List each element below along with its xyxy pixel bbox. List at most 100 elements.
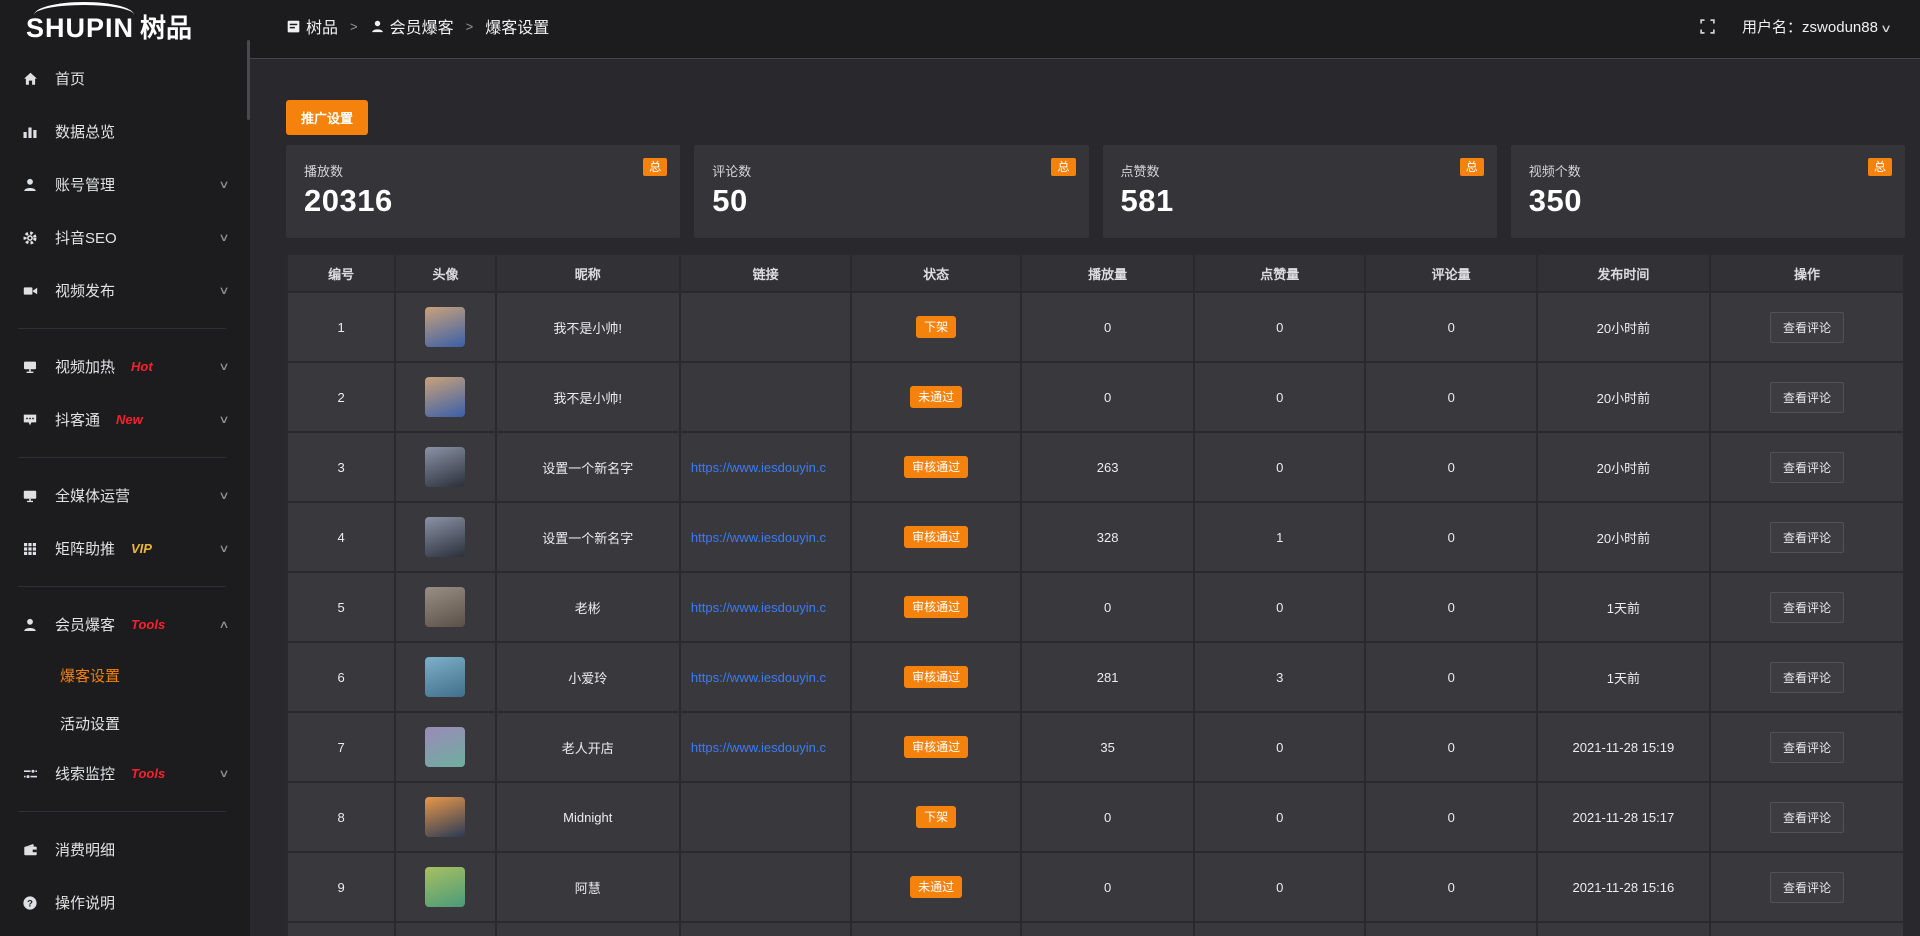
chevron-down-icon: ∨ [218,767,229,780]
main-content: 推广设置 播放数20316总评论数50总点赞数581总视频个数350总 编号头像… [250,0,1920,936]
sidebar-item-tag: Tools [131,617,165,632]
cell-likes: 0 [1194,782,1365,852]
avatar [425,377,465,417]
sidebar-item-matrix-boost[interactable]: 矩阵助推VIP∨ [0,522,250,575]
cell-plays: 0 [1021,362,1194,432]
sidebar-item-video-heating[interactable]: 视频加热Hot∨ [0,340,250,393]
cell-comments: 0 [1365,642,1536,712]
chat-icon [22,412,40,428]
avatar [425,307,465,347]
grid-icon [22,541,40,557]
user-icon [22,617,40,633]
cell-comments: 0 [1365,292,1536,362]
avatar [425,867,465,907]
breadcrumb-label: 树品 [306,14,338,38]
sidebar-item-label: 操作说明 [55,892,115,913]
cell-status: 审核通过 [851,712,1021,782]
cell-action: 查看评论 [1710,362,1904,432]
video-link[interactable]: https://www.iesdouyin.c [687,740,844,755]
breadcrumb-label: 会员爆客 [390,14,454,38]
status-badge: 未通过 [910,876,962,898]
username-menu[interactable]: 用户名：zswodun88∨ [1742,16,1890,37]
breadcrumb-item[interactable]: 爆客设置 [485,14,549,38]
cell-publish-time: 2021-11-28 15:17 [1537,782,1710,852]
stat-card: 评论数50总 [694,145,1088,238]
sidebar-item-account-management[interactable]: 账号管理∨ [0,158,250,211]
column-header: 链接 [680,254,851,292]
logo-text-cn: 树品 [140,13,192,43]
cell-publish-time: 20小时前 [1537,292,1710,362]
cell-id [287,922,395,936]
chevron-down-icon: ∨ [218,360,229,373]
stats-row: 播放数20316总评论数50总点赞数581总视频个数350总 [286,145,1905,238]
cell-likes: 0 [1194,362,1365,432]
cell-avatar [395,502,495,572]
cell-likes: 0 [1194,712,1365,782]
cell-link: https://www.iesdouyin.c [680,502,851,572]
cell-plays: 328 [1021,502,1194,572]
stat-value: 20316 [304,183,662,219]
sidebar-subitem-baoke-settings[interactable]: 爆客设置 [0,651,250,699]
view-comments-button[interactable]: 查看评论 [1770,522,1844,553]
sidebar-item-home[interactable]: 首页 [0,52,250,105]
monitor-icon [22,488,40,504]
chevron-down-icon: ∨ [218,542,229,555]
sidebar-item-operation-guide[interactable]: ?操作说明 [0,876,250,929]
view-comments-button[interactable]: 查看评论 [1770,592,1844,623]
view-comments-button[interactable]: 查看评论 [1770,382,1844,413]
table-row: 9阿慧未通过0002021-11-28 15:16查看评论 [287,852,1904,922]
video-link[interactable]: https://www.iesdouyin.c [687,600,844,615]
column-header: 状态 [851,254,1021,292]
cell-status: 审核通过 [851,502,1021,572]
home-icon [22,71,40,87]
sidebar-item-omni-media-operation[interactable]: 全媒体运营∨ [0,469,250,522]
view-comments-button[interactable]: 查看评论 [1770,312,1844,343]
sidebar-item-label: 首页 [55,68,85,89]
promo-settings-button[interactable]: 推广设置 [286,100,368,135]
cell-nickname: 设置一个新名字 [496,432,680,502]
status-badge: 审核通过 [904,596,968,618]
sidebar-item-video-publish[interactable]: 视频发布∨ [0,264,250,317]
table-row: 2我不是小帅!未通过00020小时前查看评论 [287,362,1904,432]
bar-chart-icon [22,124,40,140]
view-comments-button[interactable]: 查看评论 [1770,452,1844,483]
sidebar-subitem-activity-settings[interactable]: 活动设置 [0,699,250,747]
videos-table: 编号头像昵称链接状态播放量点赞量评论量发布时间操作 1我不是小帅!下架00020… [286,253,1905,936]
cell-link [680,292,851,362]
video-link[interactable]: https://www.iesdouyin.c [687,530,844,545]
breadcrumb-item[interactable]: 会员爆客 [370,14,454,38]
breadcrumb-label: 爆客设置 [485,14,549,38]
cell-avatar [395,572,495,642]
fullscreen-icon[interactable] [1699,18,1716,35]
cell-id: 1 [287,292,395,362]
cell-status [851,922,1021,936]
sidebar: SHUPIN树品 首页数据总览账号管理∨抖音SEO∨视频发布∨视频加热Hot∨抖… [0,0,250,936]
status-badge: 审核通过 [904,526,968,548]
stat-value: 50 [712,183,1070,219]
screen-icon [22,359,40,375]
video-link[interactable]: https://www.iesdouyin.c [687,670,844,685]
breadcrumb-item[interactable]: 树品 [286,14,338,38]
cell-nickname: Midnight [496,782,680,852]
view-comments-button[interactable]: 查看评论 [1770,662,1844,693]
view-comments-button[interactable]: 查看评论 [1770,732,1844,763]
sidebar-scrollbar[interactable] [247,40,250,120]
breadcrumb: 树品>会员爆客>爆客设置 [286,14,549,38]
cell-nickname: 设置一个新名字 [496,502,680,572]
sidebar-item-data-overview[interactable]: 数据总览 [0,105,250,158]
sidebar-divider [18,586,226,587]
view-comments-button[interactable]: 查看评论 [1770,802,1844,833]
sidebar-item-member-baoke[interactable]: 会员爆客Tools∧ [0,598,250,651]
sidebar-item-consumption-detail[interactable]: 消费明细 [0,823,250,876]
view-comments-button[interactable]: 查看评论 [1770,872,1844,903]
sidebar-item-clue-monitor[interactable]: 线索监控Tools∨ [0,747,250,800]
sidebar-item-douyin-seo[interactable]: 抖音SEO∨ [0,211,250,264]
status-badge: 下架 [916,806,956,828]
sidebar-item-label: 消费明细 [55,839,115,860]
chevron-down-icon: ∨ [218,284,229,297]
stat-label: 播放数 [304,161,662,180]
cell-avatar [395,642,495,712]
sidebar-item-douketong[interactable]: 抖客通New∨ [0,393,250,446]
cell-nickname: 老彬 [496,572,680,642]
video-link[interactable]: https://www.iesdouyin.c [687,460,844,475]
